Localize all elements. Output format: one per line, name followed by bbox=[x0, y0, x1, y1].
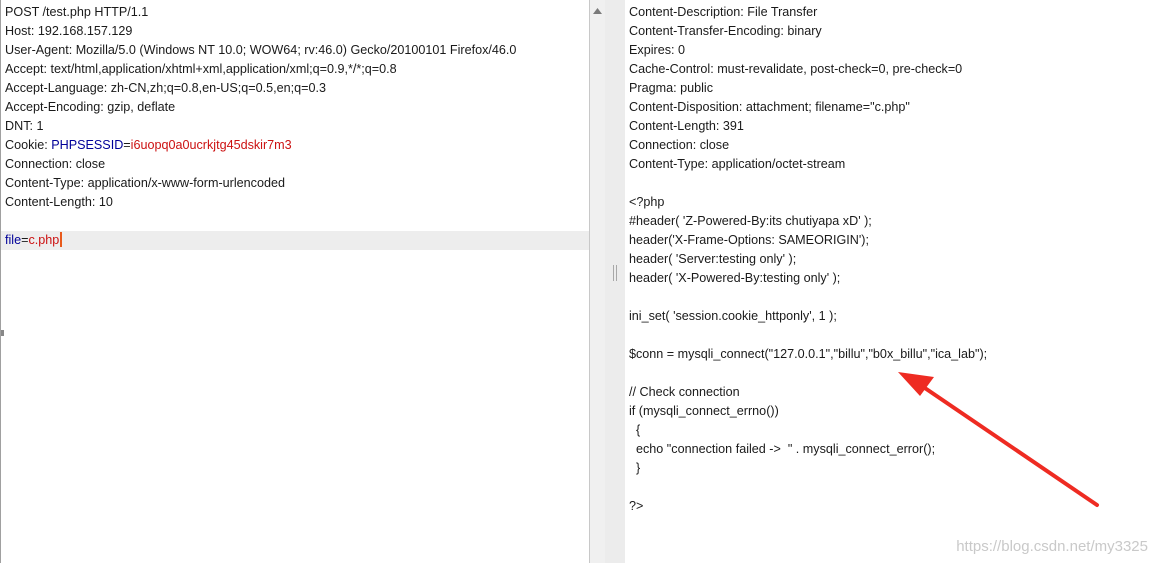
response-line: #header( 'Z-Powered-By:its chutiyapa xD'… bbox=[629, 214, 872, 228]
request-line: User-Agent: Mozilla/5.0 (Windows NT 10.0… bbox=[5, 43, 517, 57]
cookie-value: i6uopq0a0ucrkjtg45dskir7m3 bbox=[130, 138, 292, 152]
response-line bbox=[629, 174, 1156, 193]
response-line: if (mysqli_connect_errno()) bbox=[629, 404, 779, 418]
response-line bbox=[629, 288, 1156, 307]
request-line: Accept: text/html,application/xhtml+xml,… bbox=[5, 62, 397, 76]
response-line: Connection: close bbox=[629, 138, 730, 152]
response-line: header( 'Server:testing only' ); bbox=[629, 252, 797, 266]
response-lines: Content-Description: File Transfer Conten… bbox=[629, 3, 1156, 516]
response-viewer[interactable]: Content-Description: File Transfer Conten… bbox=[625, 0, 1156, 563]
cookie-eq: = bbox=[123, 138, 131, 152]
response-line: Cache-Control: must-revalidate, post-che… bbox=[629, 62, 963, 76]
response-line: Content-Type: application/octet-stream bbox=[629, 157, 846, 171]
response-line: echo "connection failed -> " . mysqli_co… bbox=[629, 442, 936, 456]
response-line: ?> bbox=[629, 499, 644, 513]
request-blank-line bbox=[5, 212, 591, 231]
request-line: Connection: close bbox=[5, 157, 106, 171]
response-line: header('X-Frame-Options: SAMEORIGIN'); bbox=[629, 233, 869, 247]
response-line: Content-Disposition: attachment; filenam… bbox=[629, 100, 910, 114]
request-line: POST /test.php HTTP/1.1 bbox=[5, 5, 149, 19]
response-line: Content-Length: 391 bbox=[629, 119, 744, 133]
body-param-value: c.php bbox=[28, 233, 60, 247]
response-line: Pragma: public bbox=[629, 81, 713, 95]
text-caret bbox=[60, 232, 62, 247]
pane-splitter[interactable] bbox=[605, 0, 625, 563]
request-line: Host: 192.168.157.129 bbox=[5, 24, 133, 38]
response-line: header( 'X-Powered-By:testing only' ); bbox=[629, 271, 841, 285]
cookie-line: Cookie: PHPSESSID=i6uopq0a0ucrkjtg45dski… bbox=[5, 136, 591, 155]
watermark: https://blog.csdn.net/my3325 bbox=[956, 538, 1148, 555]
cookie-key: PHPSESSID bbox=[51, 138, 124, 152]
response-line: } bbox=[629, 461, 641, 475]
response-line: $conn = mysqli_connect("127.0.0.1","bill… bbox=[629, 347, 988, 361]
request-line: Content-Type: application/x-www-form-url… bbox=[5, 176, 285, 190]
request-lines: POST /test.php HTTP/1.1 Host: 192.168.15… bbox=[1, 3, 591, 250]
response-line: // Check connection bbox=[629, 385, 740, 399]
request-line: Content-Length: 10 bbox=[5, 195, 113, 209]
response-line: Content-Transfer-Encoding: binary bbox=[629, 24, 822, 38]
response-line bbox=[629, 478, 1156, 497]
triangle-up-icon[interactable] bbox=[591, 6, 604, 16]
cookie-label: Cookie: bbox=[5, 138, 52, 152]
body-param-key: file bbox=[5, 233, 22, 247]
response-line: Expires: 0 bbox=[629, 43, 685, 57]
response-line: { bbox=[629, 423, 641, 437]
request-editor[interactable]: POST /test.php HTTP/1.1 Host: 192.168.15… bbox=[0, 0, 591, 563]
burp-repeater-view: POST /test.php HTTP/1.1 Host: 192.168.15… bbox=[0, 0, 1156, 563]
response-line: Content-Description: File Transfer bbox=[629, 5, 818, 19]
pane-edge-marker bbox=[1, 330, 4, 336]
splitter-grip-icon[interactable] bbox=[613, 265, 617, 281]
response-line: ini_set( 'session.cookie_httponly', 1 ); bbox=[629, 309, 837, 323]
request-line: Accept-Encoding: gzip, deflate bbox=[5, 100, 176, 114]
request-body-line[interactable]: file=c.php bbox=[1, 231, 591, 250]
request-line: Accept-Language: zh-CN,zh;q=0.8,en-US;q=… bbox=[5, 81, 327, 95]
request-line: DNT: 1 bbox=[5, 119, 44, 133]
response-line bbox=[629, 326, 1156, 345]
response-line: <?php bbox=[629, 195, 665, 209]
request-scrollbar[interactable] bbox=[589, 0, 606, 563]
response-line bbox=[629, 364, 1156, 383]
